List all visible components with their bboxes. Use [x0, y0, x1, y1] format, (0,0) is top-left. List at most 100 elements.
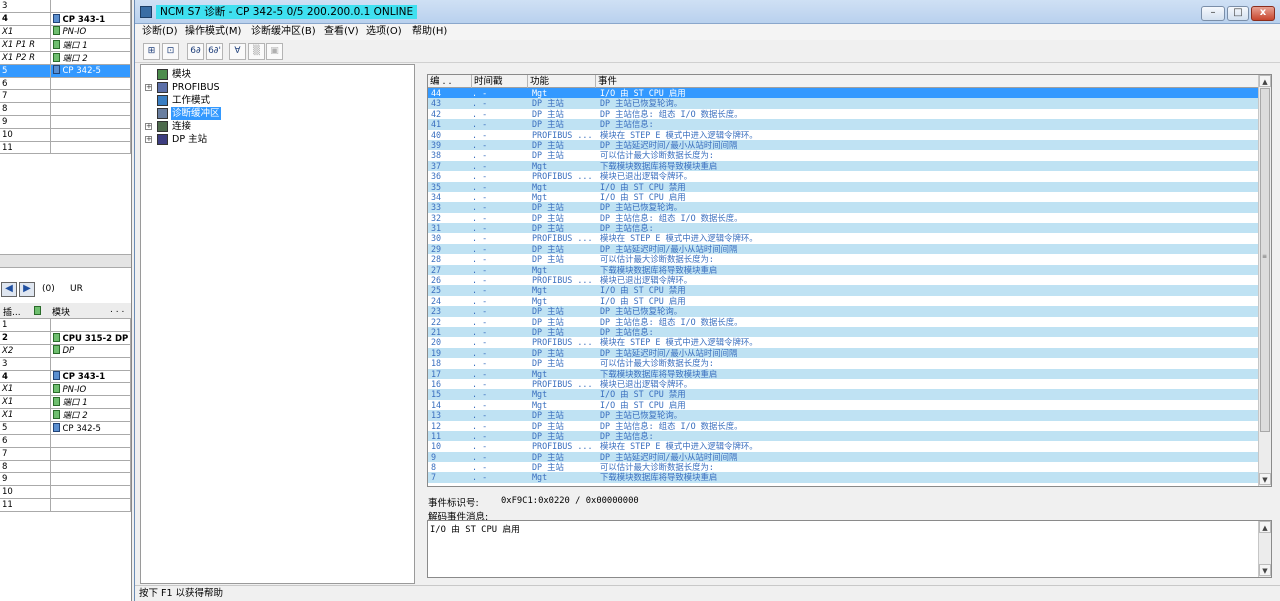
event-row[interactable]: 24 . - Mgt I/O 由 ST CPU 启用 [428, 296, 1258, 306]
menu-help[interactable]: 帮助(H) [412, 25, 447, 39]
module-column-header[interactable]: 模块 [52, 305, 70, 318]
rack-slot-row[interactable]: 9 [0, 115, 131, 129]
event-row[interactable]: 36 . - PROFIBUS ... 模块已退出逻辑令牌环。 [428, 171, 1258, 181]
event-row[interactable]: 44 . - Mgt I/O 由 ST CPU 启用 [428, 88, 1258, 99]
event-row[interactable]: 22 . - DP 主站 DP 主站信息: 组态 I/O 数据长度。 [428, 317, 1258, 327]
event-row[interactable]: 18 . - DP 主站 可以估计最大诊断数据长度为: [428, 358, 1258, 368]
event-row[interactable]: 35 . - Mgt I/O 由 ST CPU 禁用 [428, 181, 1258, 192]
station-button[interactable]: ⊞ [143, 43, 160, 60]
rack-slot-row[interactable]: X1 P2 R 端口 2 [0, 51, 131, 65]
column-header-event[interactable]: 事件 [596, 75, 1258, 88]
event-row[interactable]: 40 . - PROFIBUS ... 模块在 STEP E 模式中进入逻辑令牌环。 [428, 130, 1258, 140]
rack-slot-row[interactable]: 10 [0, 128, 131, 142]
scroll-thumb[interactable]: ≡ [1260, 88, 1270, 432]
event-row[interactable]: 7 . - Mgt 下载模块数据库将导致模块重启 [428, 472, 1258, 483]
menu-operating-mode[interactable]: 操作模式(M) [185, 25, 241, 39]
rack-slot-row[interactable]: X1 端口 1 [0, 395, 131, 410]
decoded-message-scrollbar[interactable]: ▲ ▼ [1258, 521, 1271, 577]
rack-slot-row[interactable]: 9 [0, 472, 131, 487]
column-header-function[interactable]: 功能 [528, 75, 596, 88]
event-row[interactable]: 12 . - DP 主站 DP 主站信息: 组态 I/O 数据长度。 [428, 421, 1258, 431]
menu-diag-buffer[interactable]: 诊断缓冲区(B) [251, 25, 316, 39]
rack-slot-row[interactable]: 7 [0, 89, 131, 104]
rack-slot-row[interactable]: 4 CP 343-1 [0, 370, 131, 384]
rack-slot-row[interactable]: 5 CP 342-5 [0, 421, 131, 436]
decoded-scroll-down-icon[interactable]: ▼ [1259, 564, 1271, 576]
event-row[interactable]: 25 . - Mgt I/O 由 ST CPU 禁用 [428, 285, 1258, 296]
event-row[interactable]: 42 . - DP 主站 DP 主站信息: 组态 I/O 数据长度。 [428, 109, 1258, 119]
forward-arrow-icon[interactable]: ▶ [19, 282, 35, 297]
offline-button[interactable]: 6∂' [206, 43, 223, 60]
menu-options[interactable]: 选项(O) [366, 25, 402, 39]
event-row[interactable]: 15 . - Mgt I/O 由 ST CPU 禁用 [428, 389, 1258, 400]
tree-item-connection[interactable]: + 连接 [141, 120, 411, 133]
tree-item-network[interactable]: + PROFIBUS [141, 81, 411, 94]
title-bar[interactable]: NCM S7 诊断 - CP 342-5 0/5 200.200.0.1 ONL… [135, 0, 1280, 24]
close-button[interactable]: x [1251, 6, 1275, 21]
back-arrow-icon[interactable]: ◀ [1, 282, 17, 297]
rack-slot-row[interactable]: X1 PN-IO [0, 382, 131, 397]
event-row[interactable]: 11 . - DP 主站 DP 主站信息: [428, 430, 1258, 442]
event-row[interactable]: 8 . - DP 主站 可以估计最大诊断数据长度为: [428, 462, 1258, 472]
event-row[interactable]: 9 . - DP 主站 DP 主站延迟时间/最小从站时间间隔 [428, 451, 1258, 463]
tree-item-dp[interactable]: + DP 主站 [141, 133, 411, 146]
event-row[interactable]: 10 . - PROFIBUS ... 模块在 STEP E 模式中进入逻辑令牌环。 [428, 441, 1258, 451]
refresh-button[interactable]: ▒ [248, 43, 265, 60]
menu-view[interactable]: 查看(V) [324, 25, 359, 39]
event-row[interactable]: 43 . - DP 主站 DP 主站已恢复轮询。 [428, 98, 1258, 109]
slot-column-header[interactable]: 插... [3, 305, 21, 318]
rack-slot-row[interactable]: 11 [0, 498, 131, 512]
expand-icon[interactable]: + [145, 123, 152, 130]
rack-slot-row[interactable]: 4 CP 343-1 [0, 12, 131, 27]
rack-slot-row[interactable]: 5 CP 342-5 [0, 64, 131, 78]
print-button[interactable]: ▣ [266, 43, 283, 60]
event-row[interactable]: 39 . - DP 主站 DP 主站延迟时间/最小从站时间间隔 [428, 139, 1258, 151]
expand-icon[interactable]: + [145, 136, 152, 143]
rack-slot-row[interactable]: 8 [0, 102, 131, 117]
event-row[interactable]: 41 . - DP 主站 DP 主站信息: [428, 119, 1258, 130]
rack-slot-row[interactable]: 7 [0, 447, 131, 461]
column-header-number[interactable]: 编 . . [428, 75, 472, 88]
event-row[interactable]: 21 . - DP 主站 DP 主站信息: [428, 326, 1258, 338]
event-row[interactable]: 27 . - Mgt 下载模块数据库将导致模块重启 [428, 264, 1258, 276]
rack-slot-row[interactable]: 10 [0, 485, 131, 500]
rack-slot-row[interactable]: 6 [0, 77, 131, 91]
event-row[interactable]: 26 . - PROFIBUS ... 模块已退出逻辑令牌环。 [428, 275, 1258, 285]
maximize-button[interactable]: □ [1227, 6, 1249, 21]
event-row[interactable]: 19 . - DP 主站 DP 主站延迟时间/最小从站时间间隔 [428, 347, 1258, 359]
event-row[interactable]: 29 . - DP 主站 DP 主站延迟时间/最小从站时间间隔 [428, 243, 1258, 255]
event-row[interactable]: 33 . - DP 主站 DP 主站已恢复轮询。 [428, 202, 1258, 213]
more-column-header[interactable]: . . . [110, 305, 124, 315]
event-row[interactable]: 14 . - Mgt I/O 由 ST CPU 启用 [428, 400, 1258, 410]
rack-slot-row[interactable]: X2 DP [0, 344, 131, 358]
event-row[interactable]: 16 . - PROFIBUS ... 模块已退出逻辑令牌环。 [428, 379, 1258, 389]
module-button[interactable]: ⊡ [162, 43, 179, 60]
event-row[interactable]: 23 . - DP 主站 DP 主站已恢复轮询。 [428, 306, 1258, 317]
rack-slot-row[interactable]: X1 PN-IO [0, 25, 131, 39]
event-row[interactable]: 31 . - DP 主站 DP 主站信息: [428, 223, 1258, 234]
rack-slot-row[interactable]: 1 [0, 319, 131, 333]
rack-slot-row[interactable]: 11 [0, 141, 131, 155]
hwconfig-scrollbar[interactable] [0, 254, 131, 268]
scroll-up-icon[interactable]: ▲ [1259, 75, 1271, 87]
rack-slot-row[interactable]: X1 P1 R 端口 1 [0, 38, 131, 52]
rack-slot-row[interactable]: 6 [0, 434, 131, 448]
minimize-button[interactable]: – [1201, 6, 1225, 21]
tree-item-mode[interactable]: 工作模式 [141, 94, 411, 107]
event-row[interactable]: 17 . - Mgt 下载模块数据库将导致模块重启 [428, 368, 1258, 379]
rack-slot-row[interactable]: X1 端口 2 [0, 408, 131, 423]
event-row[interactable]: 38 . - DP 主站 可以估计最大诊断数据长度为: [428, 150, 1258, 160]
decoded-message-box[interactable]: I/O 由 ST CPU 启用 ▲ ▼ [427, 520, 1272, 578]
event-row[interactable]: 28 . - DP 主站 可以估计最大诊断数据长度为: [428, 254, 1258, 264]
scroll-down-icon[interactable]: ▼ [1259, 473, 1271, 485]
event-row[interactable]: 32 . - DP 主站 DP 主站信息: 组态 I/O 数据长度。 [428, 213, 1258, 223]
column-header-timestamp[interactable]: 时间戳 [472, 75, 528, 88]
event-list-scrollbar[interactable]: ▲ ≡ ▼ [1258, 75, 1271, 486]
online-button[interactable]: 6∂ [187, 43, 204, 60]
event-row[interactable]: 20 . - PROFIBUS ... 模块在 STEP E 模式中进入逻辑令牌环。 [428, 337, 1258, 347]
event-row[interactable]: 34 . - Mgt I/O 由 ST CPU 启用 [428, 192, 1258, 202]
tree-item-module[interactable]: 模块 [141, 68, 411, 81]
event-row[interactable]: 37 . - Mgt 下载模块数据库将导致模块重启 [428, 160, 1258, 172]
tree-item-buffer[interactable]: 诊断缓冲区 [141, 107, 411, 120]
rack-slot-row[interactable]: 3 [0, 0, 131, 14]
